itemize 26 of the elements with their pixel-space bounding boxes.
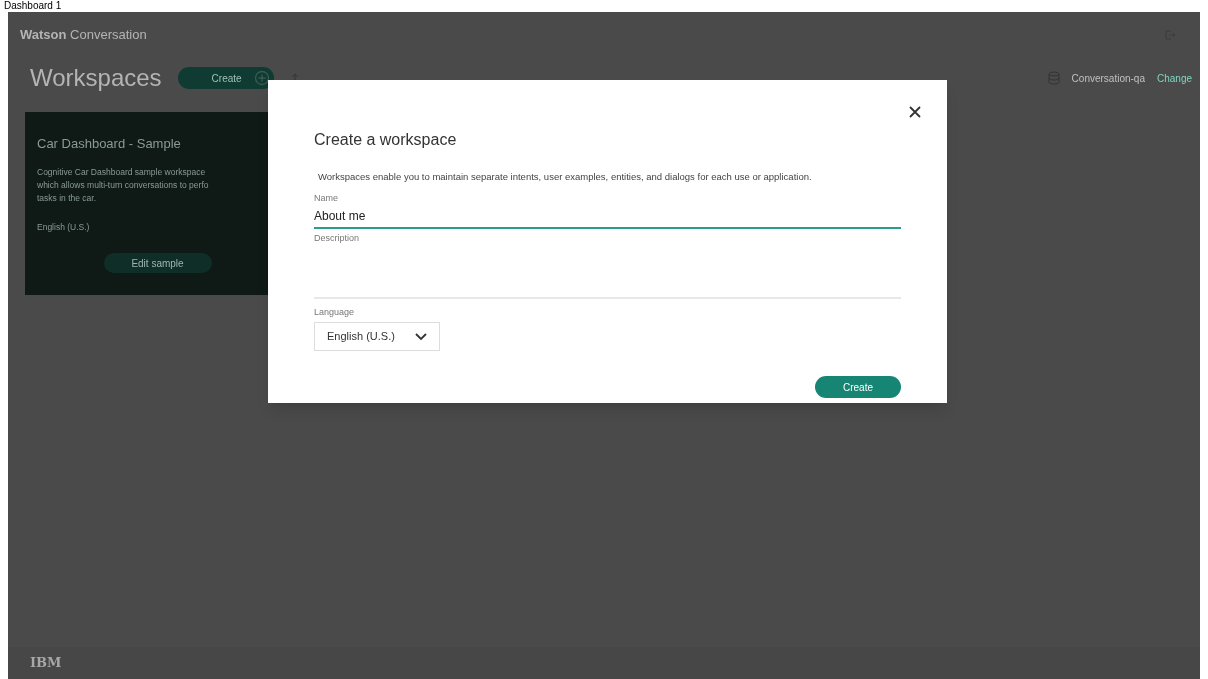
card-description: Cognitive Car Dashboard sample workspace: [37, 165, 206, 179]
card-description: tasks in the car.: [37, 191, 97, 205]
name-input[interactable]: About me: [314, 204, 901, 229]
edit-sample-button[interactable]: Edit sample: [103, 253, 212, 274]
card-description: which allows multi-turn conversations to perfo: [37, 178, 209, 192]
plus-circle-icon: [253, 70, 270, 86]
app-brand: Watson Conversation: [20, 26, 147, 45]
close-button[interactable]: [909, 106, 921, 118]
upload-icon[interactable]: [289, 73, 300, 83]
card-language: English (U.S.): [37, 220, 90, 234]
instance-name: Conversation-qa: [1071, 71, 1145, 86]
close-icon: [909, 106, 921, 118]
chevron-down-icon: [415, 332, 427, 341]
create-button[interactable]: Create: [177, 67, 274, 89]
page-title: Workspaces: [30, 63, 162, 93]
field-label: Language: [314, 306, 356, 318]
ibm-logo: IBM: [30, 654, 62, 673]
field-label: Description: [314, 232, 361, 244]
card-title: Car Dashboard - Sample: [37, 135, 182, 153]
change-link[interactable]: Change: [1156, 70, 1192, 86]
dialog-intro: Workspaces enable you to maintain separate intents, user examples, entities, and dialogs for each use or application.: [318, 170, 813, 184]
field-label: Name: [314, 193, 339, 205]
dialog-title: Create a workspace: [314, 130, 458, 150]
create-submit-button[interactable]: Create: [815, 376, 901, 398]
language-dropdown[interactable]: English (U.S.): [314, 322, 440, 351]
page-caption: Dashboard 1: [4, 1, 62, 11]
